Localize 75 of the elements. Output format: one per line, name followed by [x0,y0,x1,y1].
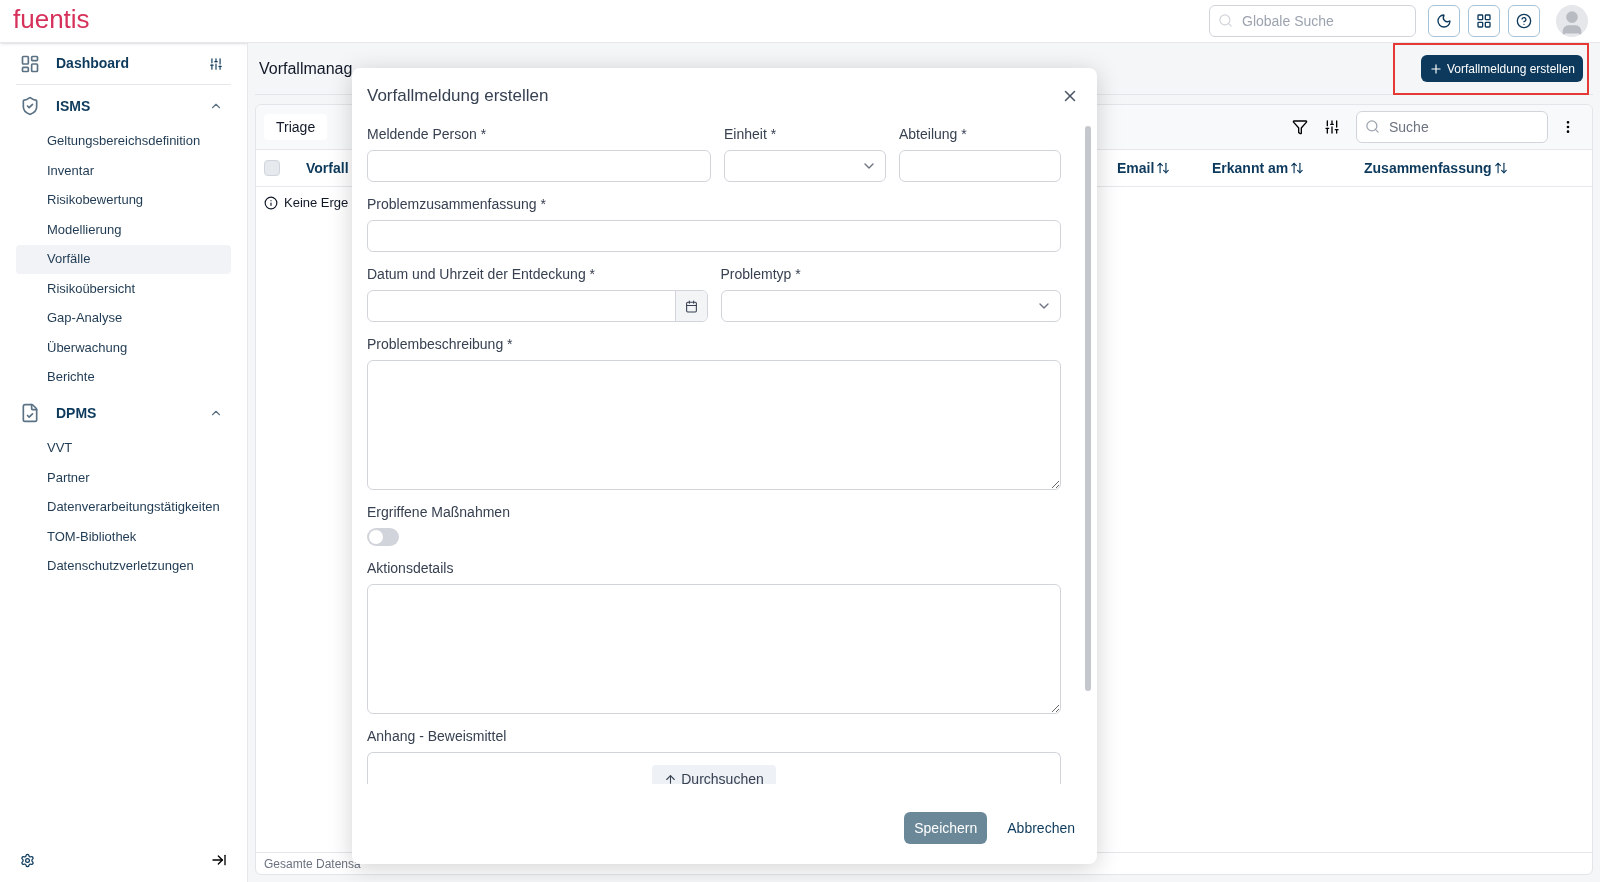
field-label: Anhang - Beweismittel [367,727,508,746]
field-label: Meldende Person * [367,125,488,144]
field-label: Abteilung * [899,125,968,144]
sidebar-item[interactable]: VVT [16,433,231,463]
sliders-icon[interactable] [209,56,223,71]
field-label: Problemzusammenfassung * [367,195,547,214]
create-button[interactable]: Vorfallmeldung erstellen [1420,55,1583,82]
calendar-button[interactable] [674,291,707,321]
plus-icon [1428,61,1443,76]
columns-icon[interactable] [1324,119,1340,135]
sidebar-section[interactable]: ISMS [56,95,91,117]
empty-message: Keine Erge [284,194,349,213]
browse-button[interactable]: Durchsuchen [652,765,776,784]
page-title: Vorfallmanag [259,58,353,79]
sidebar-item[interactable]: Überwachung [16,333,231,362]
search-field[interactable]: Globale Suche [1209,5,1416,37]
document-icon [20,403,40,423]
text-field[interactable] [367,150,711,182]
help-icon [1516,13,1532,29]
column-header[interactable]: Email [1117,157,1212,179]
sidebar-item[interactable]: Inventar [16,156,231,185]
sidebar-item[interactable]: Geltungsbereichsdefinition [16,126,231,156]
dialog-title: Vorfallmeldung erstellen [367,85,549,108]
info-icon [264,196,278,210]
logo[interactable]: fuentis [13,0,90,39]
sidebar-item[interactable]: Dashboard [56,53,130,74]
sort-icon[interactable] [1290,161,1305,175]
dark-mode-button[interactable] [1428,5,1460,37]
toggle-switch[interactable] [367,528,399,546]
calendar-icon [684,299,698,313]
scrollbar[interactable] [1085,126,1091,691]
field-label: Ergriffene Maßnahmen [367,503,511,522]
help-button[interactable] [1508,5,1540,37]
field-label: Aktionsdetails [367,559,455,578]
sidebar-item[interactable]: TOM-Bibliothek [16,522,231,551]
grid-icon [1476,13,1492,29]
shield-icon [20,96,40,116]
tab[interactable]: Triage [264,114,328,140]
upload-icon [664,772,678,784]
sidebar-item[interactable]: Partner [16,463,231,492]
apps-button[interactable] [1468,5,1500,37]
record-count: Gesamte Datensa [264,855,361,873]
select-field[interactable] [720,290,1061,322]
select-field[interactable] [724,150,886,182]
field-label: Problembeschreibung * [367,335,514,354]
cancel-button[interactable]: Abbrechen [1007,817,1075,839]
sort-icon[interactable] [1156,161,1171,175]
field-label: Einheit * [724,125,778,144]
sidebar-section[interactable]: DPMS [56,402,97,424]
settings-icon[interactable] [20,852,35,868]
search-icon [1218,13,1233,28]
table-search-field[interactable]: Suche [1356,111,1548,143]
field-label: Problemtyp * [720,265,802,284]
moon-icon [1436,13,1452,29]
text-field[interactable] [899,150,1061,182]
text-field[interactable] [367,220,1061,252]
select-all-checkbox[interactable] [264,160,280,176]
column-header[interactable]: Erkannt am [1212,157,1364,179]
date-field[interactable] [367,290,708,322]
column-header[interactable]: Zusammenfassung [1364,157,1592,179]
sort-icon[interactable] [1493,161,1508,175]
sidebar-item[interactable]: Datenverarbeitungstätigkeiten [16,492,231,522]
sidebar-item[interactable]: Datenschutzverletzungen [16,551,231,581]
field-label: Datum und Uhrzeit der Entdeckung * [367,265,596,284]
upload-area[interactable]: Durchsuchen [367,752,1061,784]
save-button[interactable]: Speichern [904,812,988,844]
sidebar-item[interactable]: Berichte [16,362,231,392]
collapse-sidebar-icon[interactable] [211,852,227,868]
sidebar-item[interactable]: Vorfälle [16,244,231,274]
dashboard-icon [20,53,40,74]
filter-icon[interactable] [1292,119,1308,135]
sidebar-item[interactable]: Gap-Analyse [16,303,231,333]
sidebar-item[interactable]: Modellierung [16,215,231,244]
sidebar-item[interactable]: Risikoübersicht [16,274,231,303]
sidebar-item[interactable]: Risikobewertung [16,185,231,215]
